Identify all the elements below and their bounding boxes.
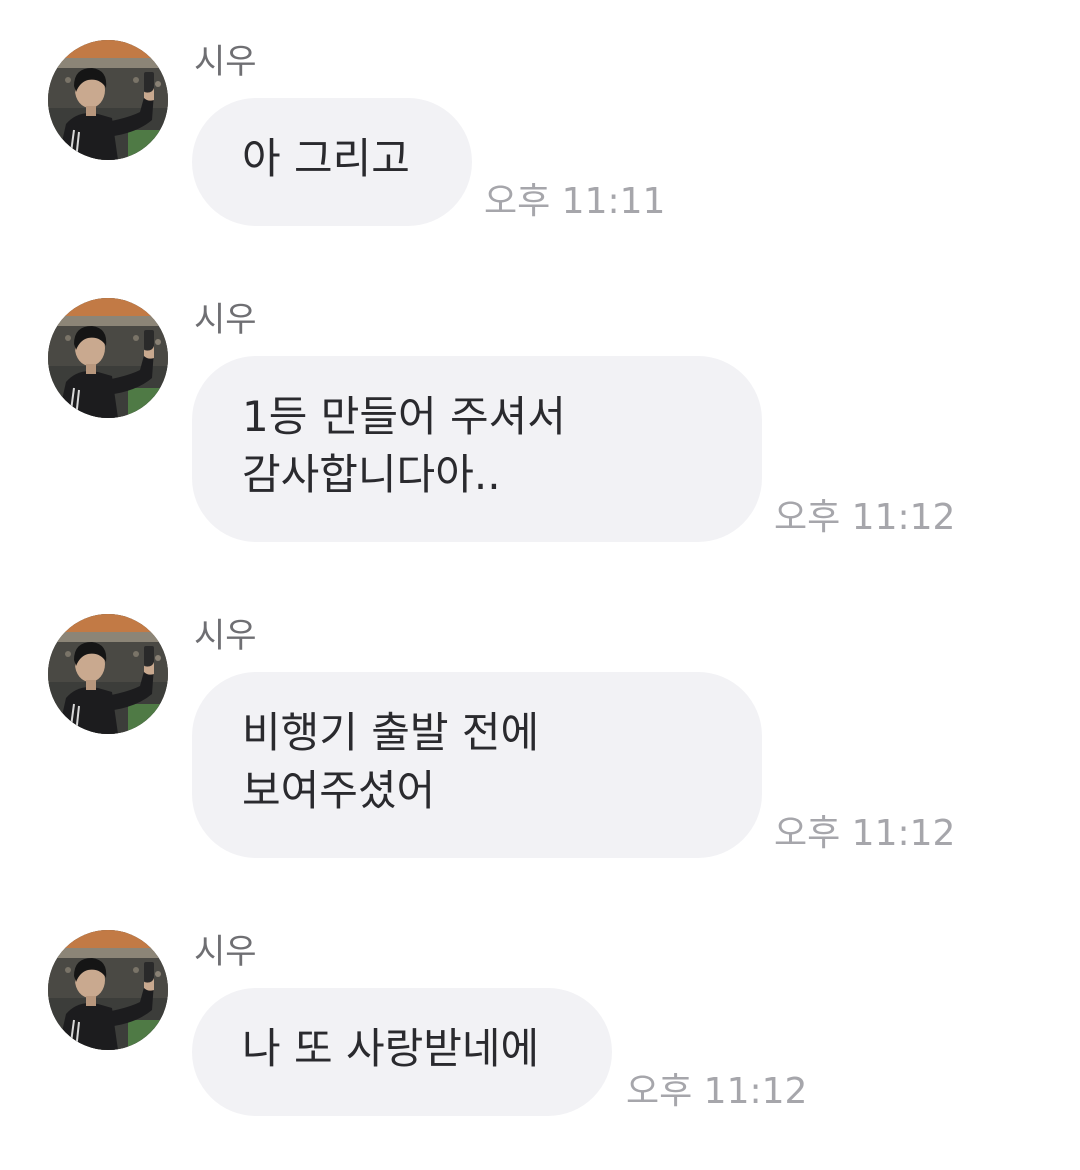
profile-photo-icon [48, 40, 168, 160]
chat-thread: 시우 아 그리고 오후 11:11 시우 1등 만들어 주셔서 감사합니다아..… [0, 0, 1080, 1170]
avatar[interactable] [48, 40, 168, 160]
message-bubble[interactable]: 나 또 사랑받네에 [192, 988, 612, 1116]
message-time: 오후 11:11 [484, 181, 666, 222]
message-time: 오후 11:12 [774, 497, 956, 538]
message-bubble[interactable]: 비행기 출발 전에 보여주셨어 [192, 672, 762, 858]
message-bubble[interactable]: 1등 만들어 주셔서 감사합니다아.. [192, 356, 762, 542]
message-text: 비행기 출발 전에 보여주셨어 [242, 708, 540, 815]
message-bubble[interactable]: 아 그리고 [192, 98, 472, 226]
sender-name: 시우 [194, 616, 257, 656]
sender-name: 시우 [194, 42, 257, 82]
message-text: 아 그리고 [242, 134, 410, 183]
profile-photo-icon [48, 298, 168, 418]
sender-name: 시우 [194, 932, 257, 972]
avatar[interactable] [48, 298, 168, 418]
avatar[interactable] [48, 930, 168, 1050]
avatar[interactable] [48, 614, 168, 734]
message-text: 나 또 사랑받네에 [242, 1024, 540, 1073]
profile-photo-icon [48, 614, 168, 734]
message-text: 1등 만들어 주셔서 감사합니다아.. [242, 392, 566, 499]
profile-photo-icon [48, 930, 168, 1050]
sender-name: 시우 [194, 300, 257, 340]
message-time: 오후 11:12 [626, 1071, 808, 1112]
message-time: 오후 11:12 [774, 813, 956, 854]
